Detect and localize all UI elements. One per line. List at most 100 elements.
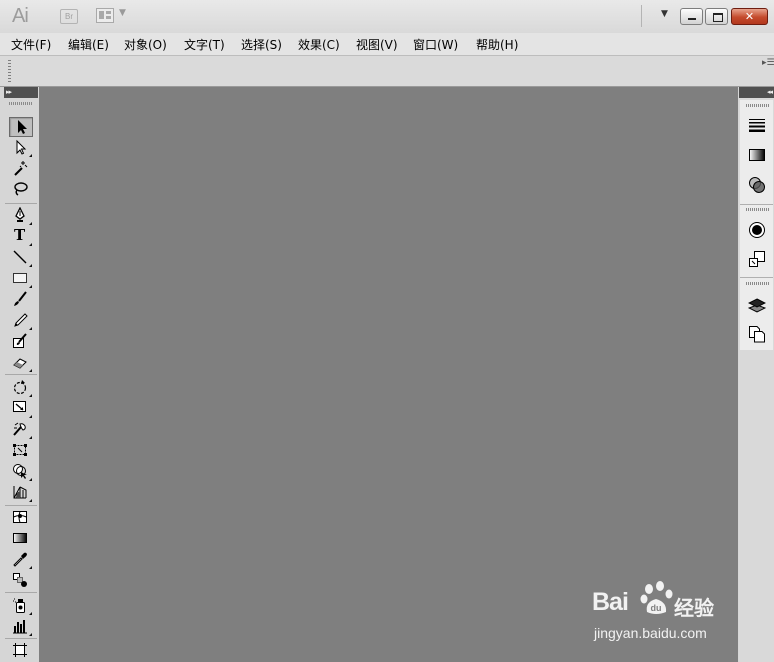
menu-view[interactable]: 视图(V)	[356, 36, 398, 53]
symbol-sprayer-icon	[13, 598, 25, 613]
menu-edit[interactable]: 编辑(E)	[68, 36, 109, 53]
selection-tool[interactable]	[9, 117, 33, 137]
rectangle-icon	[13, 273, 27, 283]
menu-select[interactable]: 选择(S)	[241, 36, 282, 53]
free-transform-tool[interactable]	[9, 441, 33, 461]
blend-tool[interactable]	[9, 571, 33, 591]
artboard-icon	[13, 643, 27, 657]
rectangle-tool[interactable]	[9, 269, 33, 289]
mesh-tool[interactable]	[9, 508, 33, 528]
document-canvas[interactable]	[39, 87, 738, 662]
lasso-icon	[14, 182, 28, 196]
tools-panel-grip[interactable]	[9, 102, 33, 105]
graphic-styles-panel-icon[interactable]	[746, 249, 768, 269]
close-button[interactable]: ✕	[731, 8, 768, 25]
eraser-tool[interactable]	[9, 353, 33, 373]
stroke-panel-icon[interactable]	[746, 115, 768, 135]
pencil-icon	[14, 313, 28, 327]
workspace-switcher-arrow-icon[interactable]: ▼	[661, 9, 668, 19]
selection-arrow-icon	[18, 120, 27, 134]
watermark-url: jingyan.baidu.com	[594, 625, 707, 641]
minimize-icon	[688, 18, 696, 20]
baidu-jingyan-watermark: Bai du 经验 jingyan.baidu.com	[592, 578, 762, 648]
panel-group-grip[interactable]	[746, 208, 770, 211]
svg-text:du: du	[651, 603, 662, 613]
direct-selection-tool[interactable]	[9, 138, 33, 158]
pencil-tool[interactable]	[9, 311, 33, 331]
type-tool[interactable]: T	[9, 226, 33, 247]
paintbrush-tool[interactable]	[9, 290, 33, 310]
close-icon: ✕	[744, 10, 755, 23]
magic-wand-tool[interactable]	[9, 159, 33, 179]
restore-icon	[713, 13, 723, 22]
watermark-brand: Bai	[592, 588, 629, 616]
title-bar	[0, 0, 774, 34]
blend-icon	[13, 573, 27, 587]
shape-builder-icon	[13, 464, 27, 479]
eyedropper-tool[interactable]	[9, 550, 33, 570]
restore-button[interactable]	[705, 8, 728, 25]
control-bar-grip[interactable]	[8, 60, 11, 82]
menu-type[interactable]: 文字(T)	[184, 36, 225, 53]
blob-brush-tool[interactable]	[9, 332, 33, 352]
chevron-down-icon[interactable]: ▼	[119, 8, 126, 18]
layers-panel-icon[interactable]	[746, 295, 768, 315]
menu-effect[interactable]: 效果(C)	[298, 36, 340, 53]
column-graph-tool[interactable]	[9, 617, 33, 637]
artboards-panel-icon[interactable]	[746, 324, 768, 344]
panel-group-grip[interactable]	[746, 104, 770, 107]
panel-group-divider	[740, 204, 773, 205]
artboard-tool[interactable]	[9, 641, 33, 661]
warp-tool[interactable]	[9, 420, 33, 440]
menu-file[interactable]: 文件(F)	[11, 36, 51, 53]
line-segment-tool[interactable]	[9, 248, 33, 268]
tool-group-divider	[5, 592, 37, 593]
tool-group-divider	[5, 638, 37, 639]
symbol-sprayer-tool[interactable]	[9, 596, 33, 616]
perspective-grid-icon	[13, 486, 27, 499]
bridge-button[interactable]: Br	[60, 9, 78, 24]
gradient-tool[interactable]	[9, 529, 33, 549]
magic-wand-icon	[14, 161, 28, 176]
pen-tool[interactable]	[9, 206, 33, 226]
scale-tool[interactable]	[9, 399, 33, 419]
watermark-brand-suffix: 经验	[674, 596, 714, 620]
pen-nib-icon	[15, 207, 25, 222]
app-logo: Ai	[12, 5, 29, 27]
panel-group-divider	[740, 277, 773, 278]
paintbrush-icon	[14, 291, 27, 306]
shape-builder-tool[interactable]	[9, 462, 33, 482]
control-bar-menu-icon[interactable]: ▸☰	[762, 58, 774, 68]
title-divider	[641, 5, 642, 27]
lasso-tool[interactable]	[9, 180, 33, 200]
warp-icon	[13, 422, 26, 436]
menu-help[interactable]: 帮助(H)	[476, 36, 518, 53]
minimize-button[interactable]	[680, 8, 703, 25]
rotate-tool[interactable]	[9, 378, 33, 398]
scale-icon	[13, 401, 26, 412]
rotate-icon	[13, 380, 27, 395]
panel-group-grip[interactable]	[746, 282, 770, 285]
direct-selection-arrow-icon	[16, 139, 27, 155]
tools-panel-collapse-button[interactable]: ▸▸	[4, 87, 38, 98]
arrange-documents-button[interactable]	[96, 8, 114, 23]
tool-group-divider	[5, 374, 37, 375]
transparency-panel-icon[interactable]	[746, 175, 768, 195]
gradient-icon	[13, 533, 27, 543]
eyedropper-icon	[13, 552, 27, 567]
panel-dock-collapse-button[interactable]: ◂◂	[739, 87, 774, 98]
paw-icon: du	[640, 581, 673, 614]
gradient-panel-icon[interactable]	[746, 145, 768, 165]
menu-window[interactable]: 窗口(W)	[413, 36, 458, 53]
menu-object[interactable]: 对象(O)	[124, 36, 167, 53]
control-bar	[0, 56, 774, 87]
type-t-icon: T	[14, 226, 26, 244]
free-transform-icon	[13, 444, 27, 456]
mesh-icon	[13, 511, 27, 523]
tool-group-divider	[5, 203, 37, 204]
column-graph-icon	[13, 620, 27, 634]
appearance-panel-icon[interactable]	[746, 220, 768, 240]
perspective-grid-tool[interactable]	[9, 483, 33, 503]
eraser-icon	[13, 358, 27, 369]
line-segment-icon	[13, 250, 27, 264]
